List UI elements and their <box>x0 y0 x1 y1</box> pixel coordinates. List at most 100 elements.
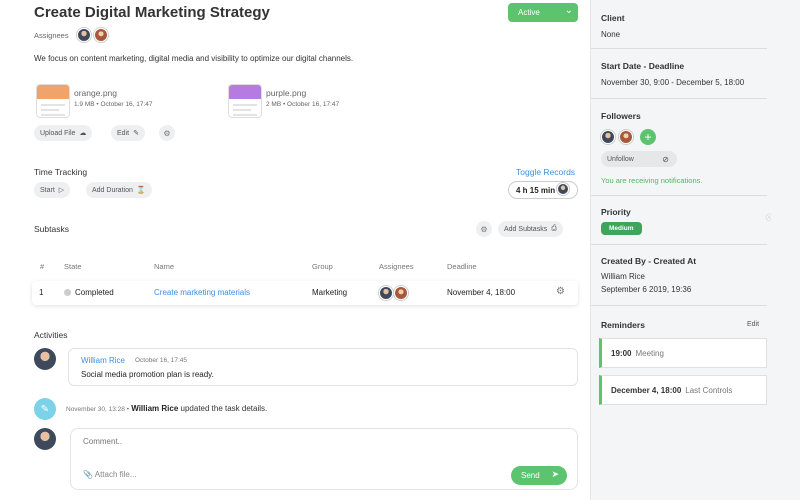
pencil-icon: ✎ <box>133 130 139 137</box>
comment-author[interactable]: William Rice <box>81 356 125 365</box>
comment-input[interactable] <box>83 437 283 446</box>
subtask-assignee-avatar[interactable] <box>379 286 393 300</box>
add-duration-button[interactable]: Add Duration ⌛ <box>86 182 152 198</box>
assignee-avatar[interactable] <box>77 28 91 42</box>
time-tracking-title: Time Tracking <box>34 167 88 177</box>
subtask-assignee-avatar[interactable] <box>394 286 408 300</box>
send-button[interactable]: Send ➤ <box>511 466 567 485</box>
gear-icon[interactable]: ⚙ <box>556 286 565 297</box>
toggle-records-link[interactable]: Toggle Records <box>516 167 575 177</box>
comment-text: Social media promotion plan is ready. <box>81 370 214 379</box>
column-header-number[interactable]: # <box>40 262 44 271</box>
dates-label: Start Date - Deadline <box>601 61 685 71</box>
follower-avatar[interactable] <box>619 130 633 144</box>
subtask-deadline: November 4, 18:00 <box>447 288 516 297</box>
send-icon: ➤ <box>551 469 559 479</box>
priority-label: Priority <box>601 207 631 217</box>
start-timer-label: Start <box>40 186 55 194</box>
add-duration-label: Add Duration <box>92 186 133 194</box>
created-at: September 6 2019, 19:36 <box>601 285 692 294</box>
column-header-group[interactable]: Group <box>312 262 333 271</box>
reminder-time: December 4, 18:00 <box>611 385 682 395</box>
divider <box>591 98 767 99</box>
reminders-edit-button[interactable]: Edit <box>747 321 759 328</box>
subtask-state: Completed <box>64 288 114 297</box>
activity-update: November 30, 13:28 • William Rice update… <box>66 404 267 413</box>
edit-files-button[interactable]: Edit ✎ <box>111 125 145 141</box>
cloud-upload-icon: ☁ <box>79 130 87 137</box>
divider <box>591 244 767 245</box>
comment-time: October 16, 17:45 <box>135 357 188 364</box>
file-name: purple.png <box>266 88 307 98</box>
upload-file-button[interactable]: Upload File ☁ <box>34 125 93 141</box>
subtask-settings-button[interactable]: ⚙ <box>476 221 492 237</box>
attach-file-button[interactable]: 📎 Attach file... <box>83 470 137 479</box>
notification-status: You are receiving notifications. <box>601 176 703 185</box>
file-meta: 1.9 MB • October 16, 17:47 <box>74 101 153 108</box>
collapse-sidebar-handle[interactable]: ‹ <box>766 208 776 224</box>
gear-icon: ⚙ <box>163 128 171 138</box>
divider <box>591 48 767 49</box>
update-text: updated the task details. <box>180 404 268 413</box>
followers-label: Followers <box>601 111 641 121</box>
activity-comment: William Rice October 16, 17:45 Social me… <box>68 348 578 386</box>
reminder-time: 19:00 <box>611 348 632 358</box>
reminder-note: Last Controls <box>685 385 733 395</box>
divider <box>591 305 767 306</box>
assignee-avatar[interactable] <box>94 28 108 42</box>
client-label: Client <box>601 13 625 23</box>
comment-composer: 📎 Attach file... Send ➤ <box>70 428 578 490</box>
reminder-note: Meeting <box>635 348 664 358</box>
task-description: We focus on content marketing, digital m… <box>34 54 354 63</box>
state-dot-icon <box>64 289 71 296</box>
file-settings-button[interactable]: ⚙ <box>159 125 175 141</box>
priority-badge[interactable]: Medium <box>601 222 642 235</box>
eye-slash-icon: ⊘ <box>662 154 669 164</box>
gear-icon: ⚙ <box>480 224 488 234</box>
time-total: 4 h 15 min <box>516 185 556 195</box>
reminder-item[interactable]: 19:00 Meeting <box>599 338 767 368</box>
follower-avatar[interactable] <box>601 130 615 144</box>
file-thumbnail[interactable] <box>36 84 70 118</box>
table-row[interactable]: 1 Completed Create marketing materials M… <box>32 281 578 305</box>
column-header-state[interactable]: State <box>64 262 82 271</box>
clipboard-icon: ⎙ <box>551 225 557 232</box>
column-header-assignees[interactable]: Assignees <box>379 262 414 271</box>
start-timer-button[interactable]: Start ▷ <box>34 182 71 198</box>
status-dropdown[interactable]: Active ⌄ <box>508 3 578 22</box>
add-follower-button[interactable]: + <box>640 129 656 145</box>
divider <box>591 195 767 196</box>
add-subtasks-label: Add Subtasks <box>504 225 548 233</box>
subtask-group: Marketing <box>312 288 348 297</box>
plus-icon: + <box>644 130 652 144</box>
dates-value: November 30, 9:00 - December 5, 18:00 <box>601 78 745 87</box>
chevron-down-icon: ⌄ <box>564 5 573 16</box>
edit-files-label: Edit <box>117 129 130 137</box>
hourglass-icon: ⌛ <box>136 187 146 194</box>
activities-title: Activities <box>34 330 68 340</box>
created-label: Created By - Created At <box>601 256 697 266</box>
file-attachment[interactable]: purple.png 2 MB • October 16, 17:47 <box>228 84 398 118</box>
column-header-name[interactable]: Name <box>154 262 174 271</box>
reminder-item[interactable]: December 4, 18:00 Last Controls <box>599 375 767 405</box>
file-thumbnail[interactable] <box>228 84 262 118</box>
timer-user-avatar <box>557 183 569 195</box>
unfollow-label: Unfollow <box>607 155 634 163</box>
current-user-avatar <box>34 428 56 450</box>
client-value: None <box>601 30 621 39</box>
time-total-badge[interactable]: 4 h 15 min <box>508 181 578 199</box>
status-label: Active <box>518 8 540 17</box>
subtask-name-link[interactable]: Create marketing materials <box>154 288 250 297</box>
upload-file-label: Upload File <box>40 129 76 137</box>
subtask-number: 1 <box>39 288 44 297</box>
play-icon: ▷ <box>58 187 65 194</box>
file-attachment[interactable]: orange.png 1.9 MB • October 16, 17:47 <box>36 84 206 118</box>
task-sidebar: Client None Start Date - Deadline Novemb… <box>590 0 800 500</box>
paperclip-icon: 📎 <box>83 470 93 479</box>
column-header-deadline[interactable]: Deadline <box>447 262 477 271</box>
attach-file-label: Attach file... <box>94 470 137 479</box>
file-meta: 2 MB • October 16, 17:47 <box>266 101 340 108</box>
unfollow-button[interactable]: Unfollow ⊘ <box>601 151 677 167</box>
add-subtasks-button[interactable]: Add Subtasks ⎙ <box>498 221 563 237</box>
task-detail-panel: Create Digital Marketing Strategy Active… <box>0 0 590 500</box>
